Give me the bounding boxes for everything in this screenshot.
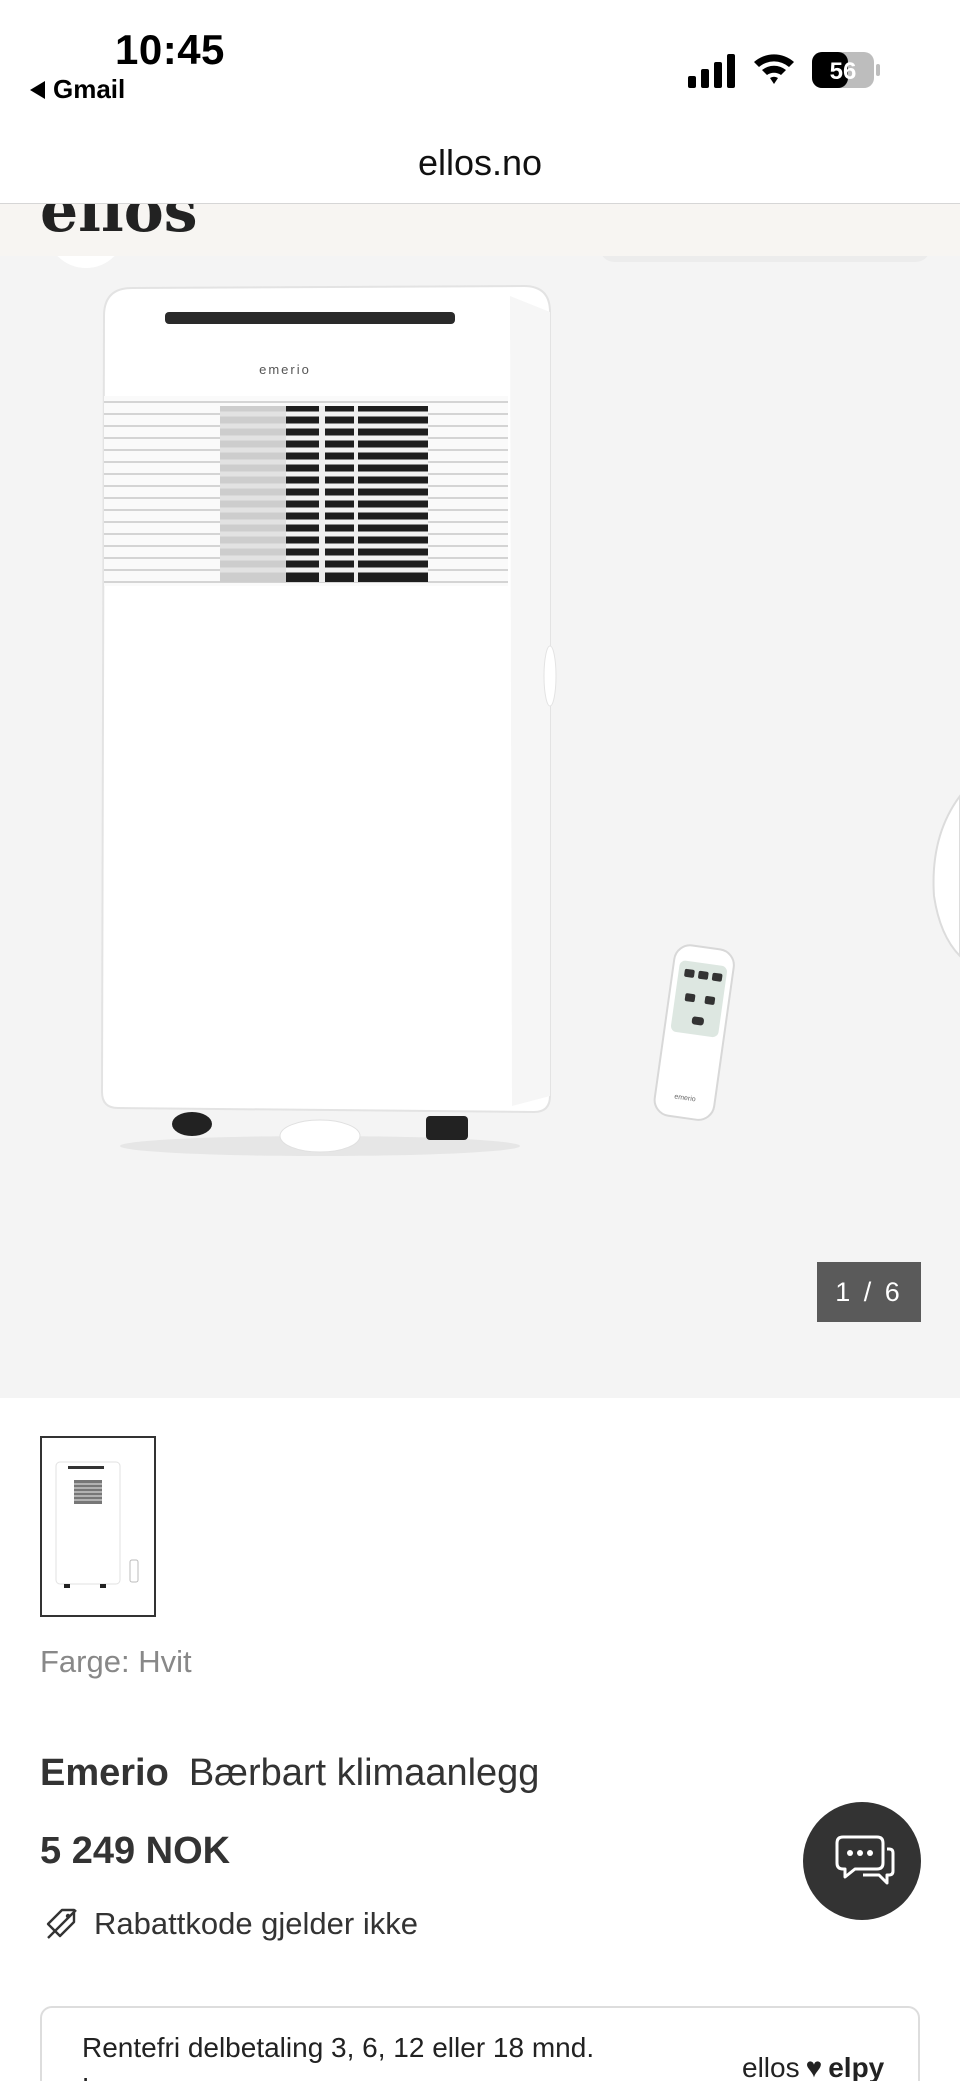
financing-text: Rentefri delbetaling 3, 6, 12 eller 18 m…	[82, 2032, 595, 2063]
url-bar[interactable]: ellos.no	[0, 122, 960, 204]
battery-icon: 56	[812, 52, 880, 88]
logo-elpy: elpy	[828, 2052, 885, 2081]
image-counter: 1 / 6	[817, 1262, 921, 1322]
product-brand[interactable]: Emerio	[40, 1752, 169, 1794]
discount-note: Rabattkode gjelder ikke	[44, 1906, 418, 1942]
back-app-label: Gmail	[53, 74, 126, 104]
product-title: Emerio Bærbart klimaanlegg	[40, 1752, 539, 1795]
back-to-app-button[interactable]: Gmail	[30, 74, 125, 105]
air-conditioner-image: emerio emerio	[100, 284, 960, 1156]
logo-ellos: ellos	[742, 2052, 800, 2081]
wifi-icon	[754, 54, 794, 84]
tag-off-icon	[46, 1908, 77, 1939]
unit-brand-label: emerio	[259, 362, 311, 377]
site-header-strip: ellos	[0, 204, 960, 256]
product-thumbnail[interactable]	[40, 1436, 156, 1617]
cellular-signal-icon	[688, 54, 735, 88]
chat-button[interactable]	[803, 1802, 921, 1920]
financing-banner[interactable]: Rentefri delbetaling 3, 6, 12 eller 18 m…	[40, 2006, 920, 2081]
heart-icon: ♥	[805, 2052, 823, 2081]
status-bar: 10:45 Gmail 56	[0, 0, 960, 122]
status-time: 10:45	[115, 26, 225, 73]
back-arrow-icon	[30, 80, 45, 99]
discount-note-text: Rabattkode gjelder ikke	[94, 1906, 418, 1941]
battery-level: 56	[830, 58, 857, 85]
url-text: ellos.no	[417, 141, 543, 183]
product-image-gallery[interactable]: emerio emerio 1 / 6	[0, 256, 960, 1398]
site-logo[interactable]: ellos	[40, 204, 198, 246]
chat-icon	[835, 1835, 895, 1885]
product-price: 5 249 NOK	[40, 1830, 231, 1872]
ellos-elpy-logo: ellos ♥ elpy	[742, 2052, 884, 2081]
financing-read-more-link[interactable]: Les mer	[82, 2072, 183, 2081]
thumbnail-image	[42, 1438, 154, 1615]
color-label: Farge: Hvit	[40, 1644, 192, 1679]
product-name: Bærbart klimaanlegg	[188, 1752, 540, 1794]
